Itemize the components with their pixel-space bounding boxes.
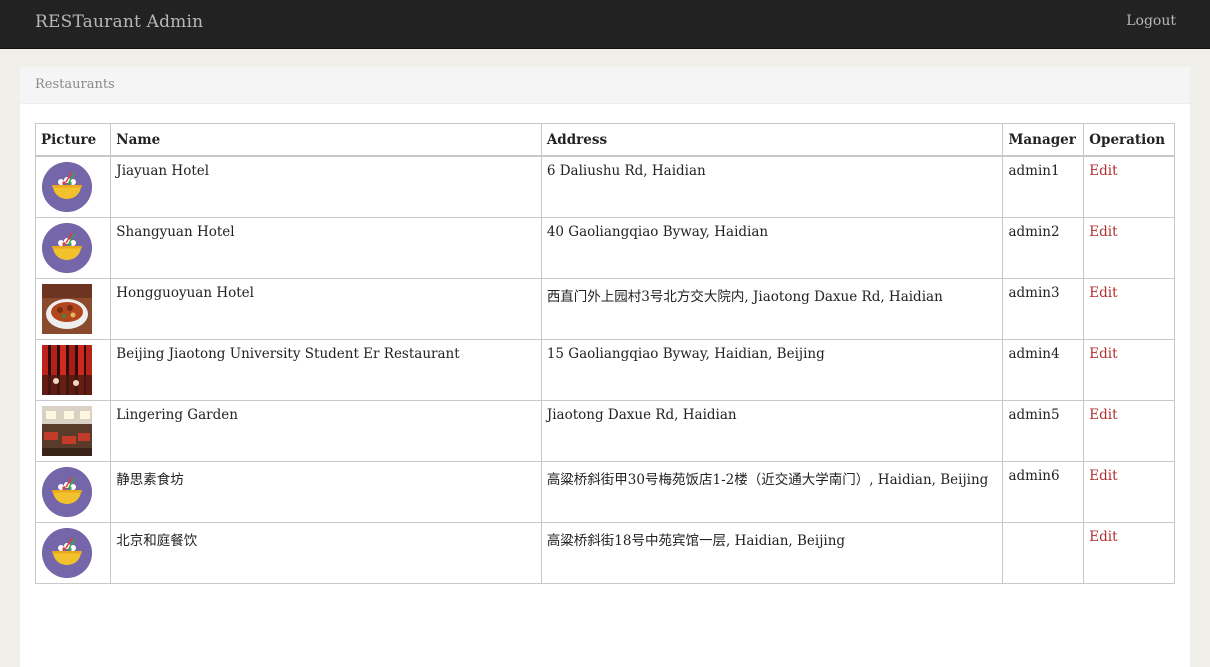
table-row: Jiayuan Hotel 6 Daliushu Rd, Haidian adm… [34,155,1175,218]
column-header-operation: Operation [1083,123,1175,157]
picture-cell [34,522,112,584]
name-cell: Beijing Jiaotong University Student Er R… [110,339,542,401]
operation-cell: Edit [1083,522,1175,584]
column-header-name: Name [110,123,542,157]
address-cell: 高粱桥斜街18号中苑宾馆一层, Haidian, Beijing [540,522,1004,584]
name-cell: Shangyuan Hotel [110,217,542,279]
manager-cell: admin5 [1002,400,1085,462]
column-header-address: Address [540,123,1004,157]
logout-link[interactable]: Logout [1126,13,1176,29]
operation-cell: Edit [1083,155,1175,218]
manager-cell: admin4 [1002,339,1085,401]
table-header-row: Picture Name Address Manager Operation [34,123,1175,157]
table-row: Lingering Garden Jiaotong Daxue Rd, Haid… [34,400,1175,462]
address-cell: 西直门外上园村3号北方交大院内, Jiaotong Daxue Rd, Haid… [540,278,1004,340]
operation-cell: Edit [1083,278,1175,340]
panel-heading: Restaurants [20,67,1190,104]
panel-title: Restaurants [35,77,115,92]
table-row: 北京和庭餐饮 高粱桥斜街18号中苑宾馆一层, Haidian, Beijing … [34,522,1175,584]
picture-cell [34,217,112,279]
address-cell: 高粱桥斜街甲30号梅苑饭店1-2楼（近交通大学南门）, Haidian, Bei… [540,461,1004,523]
manager-cell: admin1 [1002,155,1085,218]
picture-cell [34,400,112,462]
table-row: Hongguoyuan Hotel 西直门外上园村3号北方交大院内, Jiaot… [34,278,1175,340]
picture-cell [34,155,112,218]
edit-link[interactable]: Edit [1089,529,1117,545]
edit-link[interactable]: Edit [1089,285,1117,301]
manager-cell: admin6 [1002,461,1085,523]
picture-cell [34,278,112,340]
restaurant-picture [42,406,92,456]
table-row: Shangyuan Hotel 40 Gaoliangqiao Byway, H… [34,217,1175,279]
picture-cell [34,461,112,523]
name-cell: Lingering Garden [110,400,542,462]
address-cell: 6 Daliushu Rd, Haidian [540,155,1004,218]
address-cell: 40 Gaoliangqiao Byway, Haidian [540,217,1004,279]
column-header-picture: Picture [34,123,112,157]
picture-cell [34,339,112,401]
edit-link[interactable]: Edit [1089,407,1117,423]
bowl-icon [42,162,92,212]
restaurants-panel: Restaurants Picture Name Address Manager… [20,67,1190,667]
navbar: RESTaurant Admin Logout [0,0,1210,49]
bowl-icon [42,467,92,517]
name-cell: Jiayuan Hotel [110,155,542,218]
name-cell: 静思素食坊 [110,461,542,523]
address-cell: 15 Gaoliangqiao Byway, Haidian, Beijing [540,339,1004,401]
restaurant-picture [42,345,92,395]
restaurants-table: Picture Name Address Manager Operation J… [34,123,1175,584]
edit-link[interactable]: Edit [1089,224,1117,240]
restaurant-picture [42,284,92,334]
bowl-icon [42,528,92,578]
table-row: 静思素食坊 高粱桥斜街甲30号梅苑饭店1-2楼（近交通大学南门）, Haidia… [34,461,1175,523]
brand-title[interactable]: RESTaurant Admin [35,12,203,32]
operation-cell: Edit [1083,217,1175,279]
address-cell: Jiaotong Daxue Rd, Haidian [540,400,1004,462]
operation-cell: Edit [1083,400,1175,462]
manager-cell: admin2 [1002,217,1085,279]
manager-cell: admin3 [1002,278,1085,340]
table-row: Beijing Jiaotong University Student Er R… [34,339,1175,401]
bowl-icon [42,223,92,273]
name-cell: 北京和庭餐饮 [110,522,542,584]
edit-link[interactable]: Edit [1089,163,1117,179]
name-cell: Hongguoyuan Hotel [110,278,542,340]
edit-link[interactable]: Edit [1089,468,1117,484]
manager-cell [1002,522,1085,584]
column-header-manager: Manager [1002,123,1085,157]
edit-link[interactable]: Edit [1089,346,1117,362]
operation-cell: Edit [1083,461,1175,523]
operation-cell: Edit [1083,339,1175,401]
